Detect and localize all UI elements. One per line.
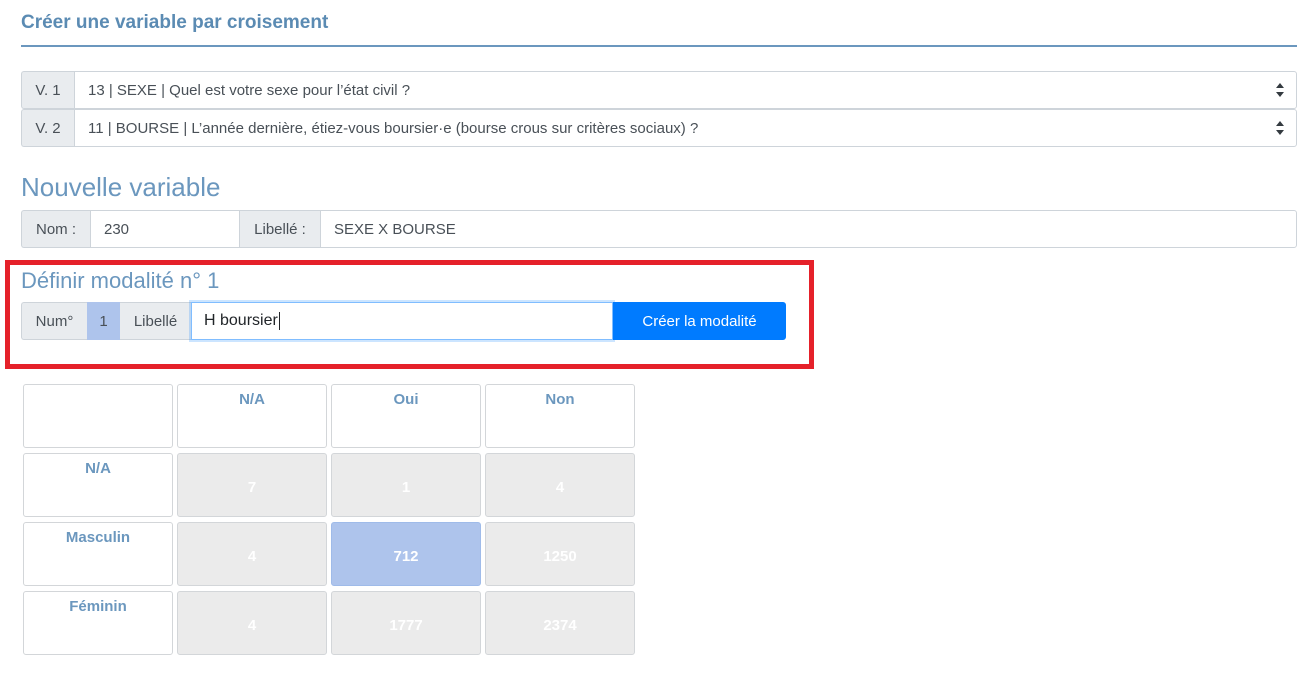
label-input[interactable]: SEXE X BOURSE <box>320 210 1297 248</box>
page-title: Créer une variable par croisement <box>21 12 329 33</box>
new-variable-form: Nom : 230 Libellé : SEXE X BOURSE <box>21 210 1297 248</box>
variable-2-select[interactable]: 11 | BOURSE | L’année dernière, étiez-vo… <box>74 109 1297 147</box>
crosstab-cell[interactable]: 4 <box>177 591 327 655</box>
modality-label-input[interactable]: H boursier <box>191 302 613 340</box>
variable-2-select-group: V. 2 11 | BOURSE | L’année dernière, éti… <box>21 109 1297 147</box>
crosstab-cell-selected[interactable]: 712 <box>331 522 481 586</box>
column-header[interactable]: Non <box>485 384 635 448</box>
row-header[interactable]: N/A <box>23 453 173 517</box>
row-header[interactable]: Masculin <box>23 522 173 586</box>
corner-cell <box>23 384 173 448</box>
text-cursor <box>278 312 280 330</box>
crosstab-cell[interactable]: 4 <box>177 522 327 586</box>
variable-1-selected-value: 13 | SEXE | Quel est votre sexe pour l’é… <box>88 81 411 99</box>
variable-2-selected-value: 11 | BOURSE | L’année dernière, étiez-vo… <box>88 119 699 137</box>
variable-1-select-group: V. 1 13 | SEXE | Quel est votre sexe pou… <box>21 71 1297 109</box>
row-header[interactable]: Féminin <box>23 591 173 655</box>
modality-label-label: Libellé <box>120 302 191 340</box>
crosstab-cell[interactable]: 1 <box>331 453 481 517</box>
modality-title: Définir modalité n° 1 <box>21 268 220 293</box>
title-divider <box>21 45 1297 47</box>
crosstab-cell[interactable]: 7 <box>177 453 327 517</box>
select-arrows-icon <box>1276 121 1284 135</box>
num-value: 1 <box>87 302 120 340</box>
modality-label-value: H boursier <box>204 312 278 329</box>
name-label: Nom : <box>21 210 90 248</box>
column-header[interactable]: Oui <box>331 384 481 448</box>
crosstab-cell[interactable]: 2374 <box>485 591 635 655</box>
column-header[interactable]: N/A <box>177 384 327 448</box>
select-arrows-icon <box>1276 83 1284 97</box>
crosstab-cell[interactable]: 1250 <box>485 522 635 586</box>
label-label: Libellé : <box>240 210 320 248</box>
crosstab-cell[interactable]: 1777 <box>331 591 481 655</box>
new-variable-title: Nouvelle variable <box>21 172 221 202</box>
variable-1-select[interactable]: 13 | SEXE | Quel est votre sexe pour l’é… <box>74 71 1297 109</box>
name-input[interactable]: 230 <box>90 210 240 248</box>
num-label: Num° <box>21 302 87 340</box>
crosstab-cell[interactable]: 4 <box>485 453 635 517</box>
modality-form: Num° 1 Libellé H boursier Créer la modal… <box>21 302 786 340</box>
variable-2-prefix: V. 2 <box>21 109 74 147</box>
variable-1-prefix: V. 1 <box>21 71 74 109</box>
create-modality-button[interactable]: Créer la modalité <box>613 302 786 340</box>
